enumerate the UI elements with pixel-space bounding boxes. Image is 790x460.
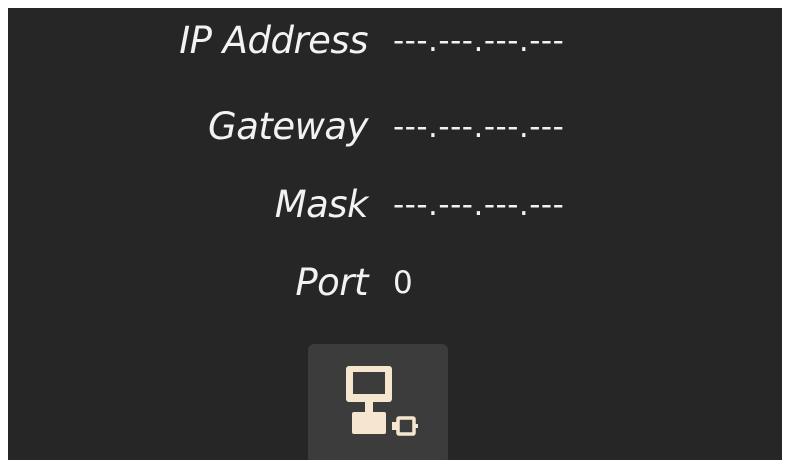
ip-address-label: IP Address: [179, 19, 368, 62]
mask-row: Mask ---.---.---.---: [8, 180, 782, 230]
network-info-panel: IP Address ---.---.---.--- Gateway ---.-…: [8, 8, 782, 460]
ip-address-row: IP Address ---.---.---.---: [8, 16, 782, 66]
network-settings-button[interactable]: [308, 344, 448, 460]
port-row: Port 0: [8, 258, 782, 308]
mask-value: ---.---.---.---: [393, 187, 565, 223]
ip-address-value: ---.---.---.---: [393, 23, 565, 59]
gateway-label: Gateway: [208, 105, 368, 148]
network-computer-icon: [346, 366, 418, 436]
port-label: Port: [295, 261, 368, 304]
mask-label: Mask: [274, 183, 369, 226]
gateway-value: ---.---.---.---: [393, 109, 565, 145]
gateway-row: Gateway ---.---.---.---: [8, 102, 782, 152]
port-value: 0: [393, 265, 414, 301]
